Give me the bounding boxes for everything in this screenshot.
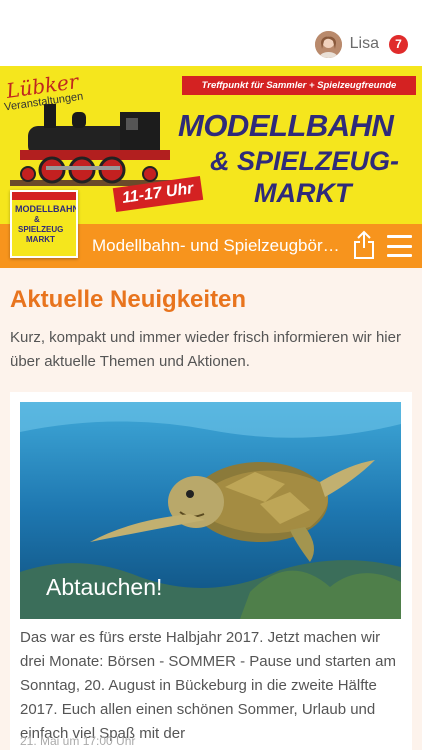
banner-title-line3: MARKT: [254, 178, 352, 208]
share-icon[interactable]: [352, 230, 376, 260]
app-logo[interactable]: MODELLBAHN & SPIELZEUG MARKT: [10, 190, 78, 258]
news-title[interactable]: Abtauchen!: [46, 574, 162, 601]
user-menu[interactable]: Lisa 7: [314, 29, 408, 59]
news-excerpt: Das war es fürs erste Halbjahr 2017. Jet…: [20, 629, 396, 742]
logo-line3: SPIELZEUG: [18, 225, 64, 234]
logo-strip: [12, 192, 76, 200]
notification-badge[interactable]: 7: [389, 34, 408, 54]
page-title: Aktuelle Neuigkeiten: [10, 286, 247, 313]
banner-tagline: Treffpunkt für Sammler + Spielzeugfreund…: [182, 76, 416, 95]
nav-title[interactable]: Modellbahn- und Spielzeugbörsen: [92, 236, 342, 256]
news-date: 21. Mai um 17:00 Uhr: [20, 734, 136, 748]
hamburger-menu-icon[interactable]: [387, 235, 412, 257]
avatar[interactable]: [314, 30, 342, 58]
logo-line2: &: [34, 215, 40, 224]
user-name[interactable]: Lisa: [350, 35, 379, 53]
banner-title-line2: & SPIELZEUG-: [210, 146, 400, 176]
top-bar: Lisa 7: [0, 0, 422, 66]
logo-line4: MARKT: [26, 235, 55, 244]
page-intro: Kurz, kompakt und immer wieder frisch in…: [10, 329, 401, 370]
banner-title-line1: MODELLBAHN: [178, 108, 394, 143]
news-card[interactable]: Abtauchen! Das war es fürs erste Halbjah…: [10, 392, 412, 750]
news-image[interactable]: Abtauchen!: [20, 402, 401, 619]
logo-line1: MODELLBAHN: [15, 204, 78, 214]
